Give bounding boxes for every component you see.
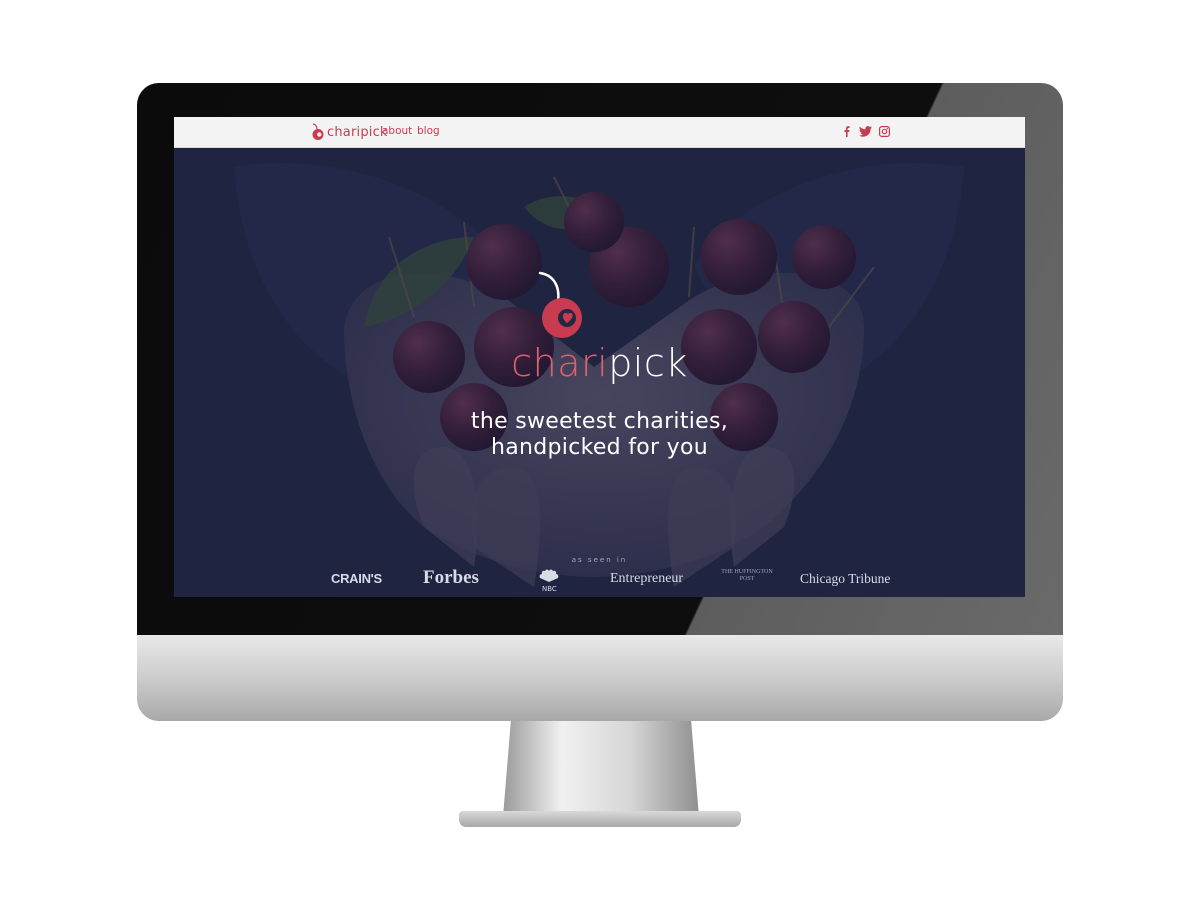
nbc-peacock-icon: [539, 569, 559, 582]
facebook-icon[interactable]: [843, 126, 850, 137]
hero-tagline: the sweetest charities, handpicked for y…: [174, 409, 1025, 461]
top-navigation-bar: charipick about blog: [174, 117, 1025, 148]
press-logo-crains: CRAIN'S: [331, 571, 382, 586]
as-seen-in-heading: as seen in: [571, 556, 628, 564]
monitor-stand: [503, 721, 699, 817]
monitor-base: [459, 811, 741, 827]
press-logo-forbes: Forbes: [423, 567, 479, 588]
nav-link-blog[interactable]: blog: [417, 125, 440, 137]
tagline-line-1: the sweetest charities,: [470, 409, 729, 434]
nav-link-about[interactable]: about: [382, 125, 412, 137]
press-logo-huffington-post: THE HUFFINGTON POST: [721, 569, 773, 582]
twitter-icon[interactable]: [859, 126, 872, 137]
tagline-line-2: handpicked for you: [490, 435, 709, 460]
cherry-logo-icon-large: [538, 271, 582, 338]
cherry-logo-icon: [312, 123, 324, 140]
site-logo-link[interactable]: charipick: [311, 121, 388, 143]
hero-wordmark: charipick: [511, 341, 688, 385]
monitor-chin: [137, 635, 1063, 721]
website-screen: charipick about blog charipick the sweet…: [174, 117, 1025, 597]
press-logo-nbc: NBC: [542, 585, 557, 593]
press-logo-chicago-tribune: Chicago Tribune: [800, 571, 891, 586]
instagram-icon[interactable]: [879, 126, 890, 137]
hero-section: charipick the sweetest charities, handpi…: [174, 147, 1025, 597]
press-logo-entrepreneur: Entrepreneur: [610, 571, 684, 586]
logo-wordmark: charipick: [327, 124, 388, 140]
